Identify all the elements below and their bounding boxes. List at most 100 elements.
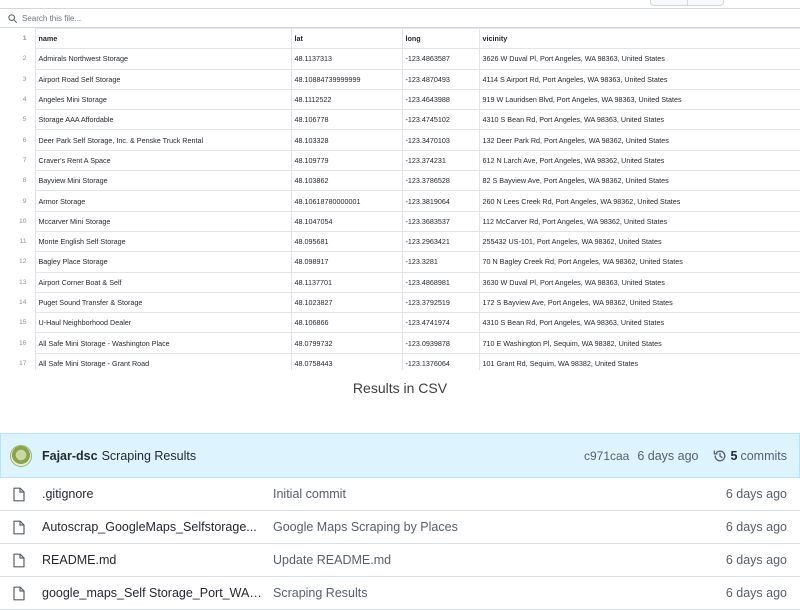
file-name-link[interactable]: Autoscrap_GoogleMaps_Selfstorage... (42, 520, 262, 534)
cell-name: Mccarver Mini Storage (34, 210, 292, 232)
file-row: .gitignore Initial commit 6 days ago (0, 478, 800, 511)
header-vicinity: vicinity (478, 28, 800, 50)
table-row: 16 All Safe Mini Storage - Washington Pla… (0, 332, 800, 354)
cell-vicinity: 255432 US-101, Port Angeles, WA 98362, U… (478, 230, 800, 253)
commit-author-link[interactable]: Fajar-dsc (42, 449, 98, 463)
cell-name: Monte English Self Storage (34, 230, 292, 253)
row-number[interactable]: 10 (0, 211, 36, 232)
cell-name: Puget Sound Transfer & Storage (34, 291, 292, 314)
table-row: 6 Deer Park Self Storage, Inc. & Penske T… (0, 129, 800, 151)
file-row: README.md Update README.md 6 days ago (0, 544, 800, 577)
cell-lat: 48.0758443 (290, 352, 403, 370)
table-row: 10 Mccarver Mini Storage 48.1047054 -123.36… (0, 210, 800, 232)
cell-vicinity: 612 N Larch Ave, Port Angeles, WA 98362,… (478, 149, 800, 172)
row-number[interactable]: 1 (0, 28, 36, 49)
table-row: 12 Bagley Place Storage 48.098917 -123.3281… (0, 251, 800, 273)
row-number[interactable]: 8 (0, 170, 36, 191)
table-row: 11 Monte English Self Storage 48.095681 -12… (0, 230, 800, 253)
file-commit-message-link[interactable]: Initial commit (273, 487, 346, 501)
file-row: Autoscrap_GoogleMaps_Selfstorage... Googl… (0, 511, 800, 544)
commit-sha-link[interactable]: c971caa (584, 449, 629, 463)
row-number[interactable]: 17 (0, 353, 36, 370)
cell-name: Admirals Northwest Storage (34, 48, 292, 70)
row-number[interactable]: 11 (0, 231, 36, 252)
table-row: 8 Bayview Mini Storage 48.103862 -123.37865… (0, 170, 800, 192)
cell-lat: 48.1023827 (290, 291, 403, 314)
row-number[interactable]: 14 (0, 292, 36, 313)
cell-vicinity: 4114 S Airport Rd, Port Angeles, WA 9836… (478, 68, 800, 90)
cell-name: U-Haul Neighborhood Dealer (34, 312, 292, 334)
table-row: 17 All Safe Mini Storage - Grant Road 48.0… (0, 352, 800, 370)
file-commit-time: 6 days ago (725, 586, 787, 600)
figure-caption: Results in CSV (352, 380, 448, 396)
cell-long: -123.4643988 (401, 88, 480, 111)
cell-name: Craver's Rent A Space (34, 149, 292, 172)
cell-name: All Safe Mini Storage - Grant Road (34, 352, 292, 370)
row-number[interactable]: 5 (0, 109, 36, 130)
cell-long: -123.3786528 (401, 170, 480, 192)
row-number[interactable]: 6 (0, 129, 36, 151)
cell-lat: 48.103328 (290, 129, 403, 151)
file-icon (13, 553, 25, 568)
cell-lat: 48.10618780000001 (290, 190, 403, 212)
row-number[interactable]: 9 (0, 190, 36, 212)
row-number[interactable]: 2 (0, 48, 36, 70)
cell-vicinity: 172 S Bayview Ave, Port Angeles, WA 9836… (478, 291, 800, 314)
avatar[interactable] (10, 444, 32, 467)
cell-vicinity: 101 Grant Rd, Sequim, WA 98382, United S… (478, 352, 800, 370)
file-name-link[interactable]: google_maps_Self Storage_Port_WA.csv (42, 586, 262, 600)
cell-name: Bayview Mini Storage (34, 170, 292, 192)
top-button-group[interactable] (650, 0, 724, 6)
table-row: 15 U-Haul Neighborhood Dealer 48.106866 -12… (0, 312, 800, 334)
cell-long: -123.2963421 (401, 230, 480, 253)
cell-long: -123.4745102 (401, 109, 480, 131)
file-name-link[interactable]: .gitignore (42, 487, 262, 501)
button-separator (687, 0, 688, 5)
header-long: long (401, 28, 480, 50)
cell-long: -123.3792519 (401, 291, 480, 314)
row-number[interactable]: 3 (0, 69, 36, 90)
cell-long: -123.0939878 (401, 332, 480, 354)
search-file-input[interactable] (22, 13, 322, 23)
table-row: 13 Airport Corner Boat & Self 48.1137701 -1… (0, 271, 800, 293)
cell-name: Storage AAA Affordable (34, 109, 292, 131)
cell-vicinity: 4310 S Bean Rd, Port Angeles, WA 98363, … (478, 312, 800, 334)
row-number[interactable]: 15 (0, 312, 36, 333)
cell-name: Airport Corner Boat & Self (34, 271, 292, 293)
row-number[interactable]: 4 (0, 89, 36, 110)
table-row: 3 Airport Road Self Storage 48.10884739999… (0, 68, 800, 90)
cell-lat: 48.1112522 (290, 88, 403, 111)
commits-count: 5 (730, 448, 738, 463)
table-row: 7 Craver's Rent A Space 48.109779 -123.3742… (0, 149, 800, 172)
file-name-link[interactable]: README.md (42, 553, 262, 567)
table-row: 9 Armor Storage 48.10618780000001 -123.3819… (0, 190, 800, 212)
file-commit-time: 6 days ago (725, 553, 787, 567)
file-icon (13, 586, 25, 601)
cell-long: -123.4741974 (401, 312, 480, 334)
history-icon (713, 450, 725, 461)
commits-link[interactable]: 5 commits (713, 449, 787, 463)
commit-message-link[interactable]: Scraping Results (102, 449, 197, 463)
file-commit-message-link[interactable]: Scraping Results (273, 586, 368, 600)
cell-lat: 48.10884739999999 (290, 68, 403, 90)
cell-lat: 48.109779 (290, 149, 403, 172)
cell-vicinity: 70 N Bagley Creek Rd, Port Angeles, WA 9… (478, 251, 800, 273)
row-number[interactable]: 12 (0, 251, 36, 273)
file-commit-time: 6 days ago (725, 487, 787, 501)
cell-long: -123.4870493 (401, 68, 480, 90)
cell-name: All Safe Mini Storage - Washington Place (34, 332, 292, 354)
cell-lat: 48.098917 (290, 251, 403, 273)
file-list: .gitignore Initial commit 6 days ago Autosc… (0, 478, 800, 610)
cell-lat: 48.106866 (290, 312, 403, 334)
row-number[interactable]: 7 (0, 150, 36, 171)
file-search-bar (0, 8, 800, 28)
cell-long: -123.3470103 (401, 129, 480, 151)
csv-table: 1 name lat long vicinity 2 Admirals North… (0, 28, 800, 370)
row-number[interactable]: 13 (0, 272, 36, 293)
table-row: 2 Admirals Northwest Storage 48.1137313 -12… (0, 48, 800, 70)
row-number[interactable]: 16 (0, 332, 36, 354)
file-commit-message-link[interactable]: Google Maps Scraping by Places (273, 520, 458, 534)
file-icon (13, 520, 25, 535)
cell-vicinity: 710 E Washington Pl, Sequim, WA 98382, U… (478, 332, 800, 354)
file-commit-message-link[interactable]: Update README.md (273, 553, 391, 567)
